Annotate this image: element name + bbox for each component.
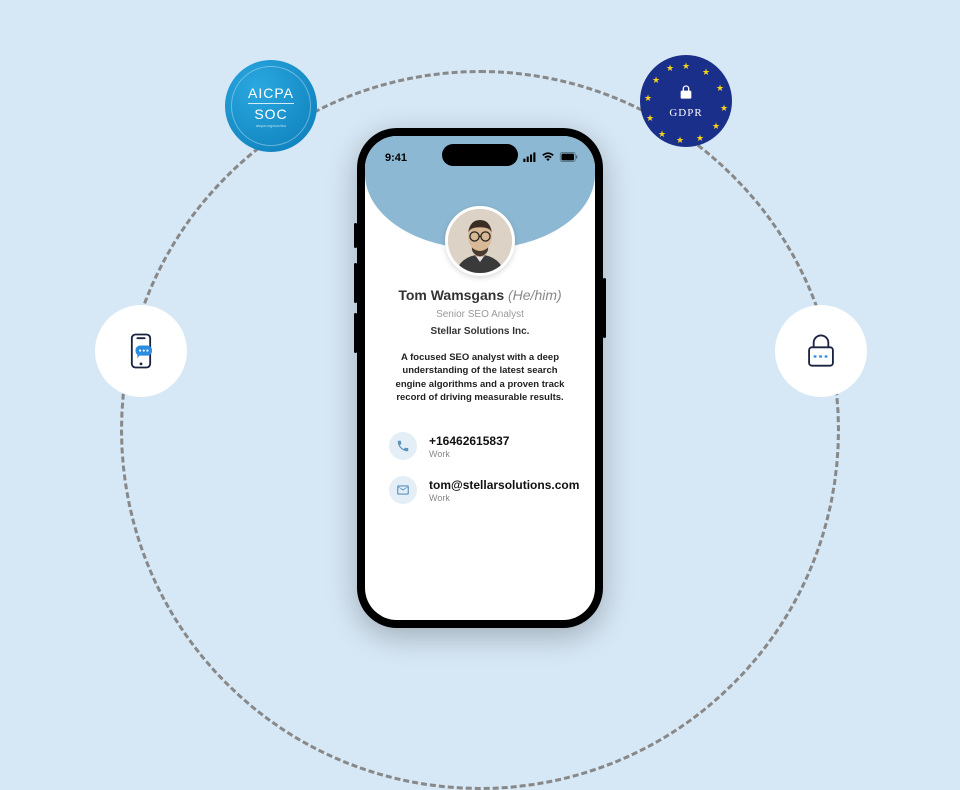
phone-chat-icon [119, 329, 163, 373]
phone-icon [389, 432, 417, 460]
aicpa-soc-badge: AICPA SOC aicpa.org/soc4so [225, 60, 317, 152]
contact-email-row[interactable]: tom@stellarsolutions.com Work [389, 476, 571, 504]
contact-phone-label: Work [429, 449, 509, 459]
secure-lock-badge [775, 305, 867, 397]
profile-name-row: Tom Wamsgans (He/him) [383, 287, 577, 303]
lock-icon [678, 84, 694, 105]
gdpr-label: GDPR [669, 107, 702, 119]
profile-name: Tom Wamsgans [398, 287, 504, 303]
profile-bio: A focused SEO analyst with a deep unders… [383, 351, 577, 404]
contact-email-label: Work [429, 493, 579, 503]
gdpr-badge: GDPR ★ ★ ★ ★ ★ ★ ★ ★ ★ ★ ★ ★ [640, 55, 732, 147]
status-time: 9:41 [385, 152, 407, 164]
avatar [445, 206, 515, 276]
profile-pronouns: (He/him) [508, 287, 562, 303]
phone-screen: 9:41 [365, 136, 595, 620]
lock-dashed-icon [799, 329, 843, 373]
phone-chat-badge [95, 305, 187, 397]
signal-icon [523, 152, 537, 165]
dynamic-island [442, 144, 518, 166]
phone-mockup: 9:41 [357, 128, 603, 628]
contact-phone-value: +16462615837 [429, 434, 509, 448]
profile-role: Senior SEO Analyst [383, 309, 577, 320]
aicpa-sub: aicpa.org/soc4so [256, 123, 286, 128]
email-icon [389, 476, 417, 504]
profile-company: Stellar Solutions Inc. [383, 326, 577, 337]
contact-email-value: tom@stellarsolutions.com [429, 478, 579, 492]
contact-phone-row[interactable]: +16462615837 Work [389, 432, 571, 460]
wifi-icon [541, 152, 555, 165]
battery-icon [559, 152, 579, 165]
